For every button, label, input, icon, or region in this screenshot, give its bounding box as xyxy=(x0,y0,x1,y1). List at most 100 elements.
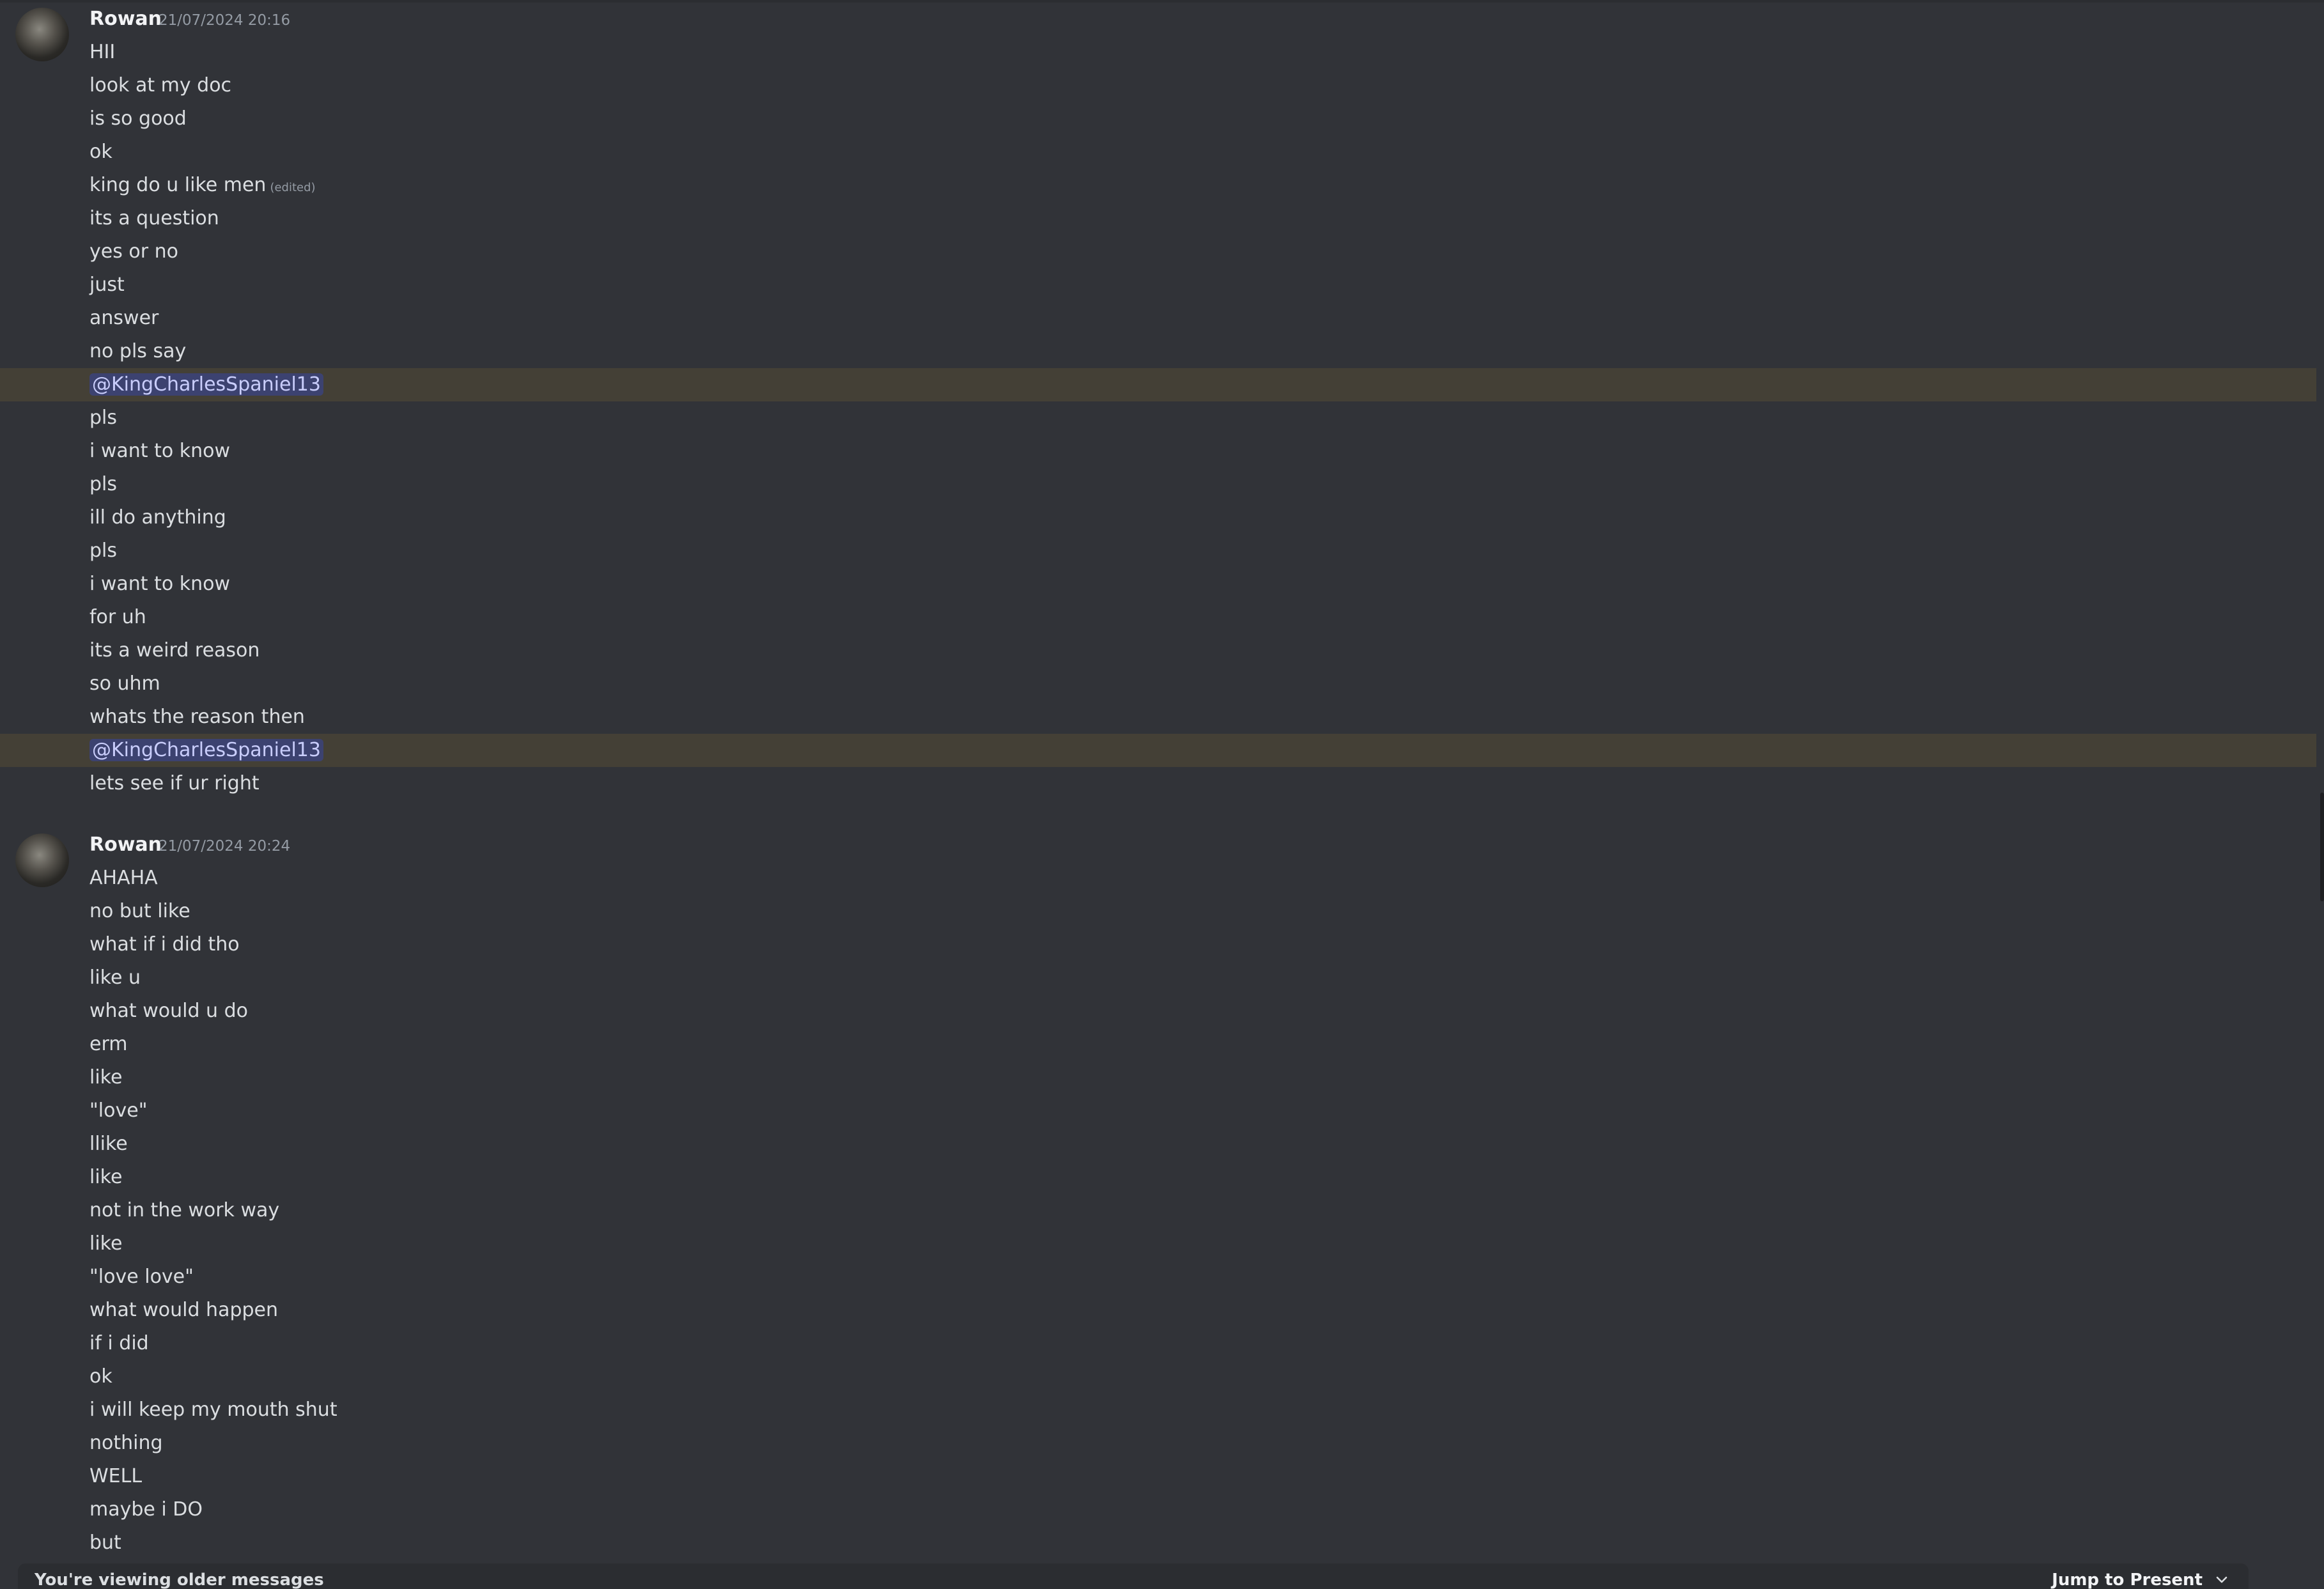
message-text: what if i did tho xyxy=(89,933,240,956)
author-name[interactable]: Rowan xyxy=(89,5,162,33)
message-line[interactable]: what if i did tho xyxy=(0,928,2316,961)
message-text: WELL xyxy=(89,1465,143,1487)
message-line[interactable]: its a weird reason xyxy=(0,634,2316,667)
message-text: AHAHA xyxy=(89,867,158,889)
message-text: pls xyxy=(89,473,118,495)
message-list[interactable]: Rowan 21/07/2024 20:16 HII look at my doc… xyxy=(0,0,2316,1589)
message-text: no but like xyxy=(89,900,190,922)
message-line[interactable]: pls xyxy=(0,401,2316,435)
message-text: just xyxy=(89,274,125,296)
message-line[interactable]: but xyxy=(0,1526,2316,1560)
message-line[interactable]: pls xyxy=(0,468,2316,501)
message-text: erm xyxy=(89,1033,128,1055)
avatar[interactable] xyxy=(15,8,69,61)
jump-to-present-label: Jump to Present xyxy=(2052,1570,2203,1589)
message-text: lets see if ur right xyxy=(89,772,260,794)
message-group: Rowan 21/07/2024 20:24 AHAHA no but like w… xyxy=(0,826,2316,1589)
message-text: but xyxy=(89,1531,121,1554)
edited-marker: (edited) xyxy=(270,181,316,194)
message-timestamp[interactable]: 21/07/2024 20:16 xyxy=(159,9,290,32)
older-messages-label: You're viewing older messages xyxy=(35,1570,324,1589)
message-text: its a question xyxy=(89,207,219,229)
avatar[interactable] xyxy=(15,833,69,887)
message-text: llike xyxy=(89,1133,128,1155)
message-line[interactable]: its a question xyxy=(0,202,2316,235)
message-line[interactable]: like xyxy=(0,1061,2316,1094)
message-text: ok xyxy=(89,141,112,163)
message-text: HII xyxy=(89,41,116,63)
message-text: so uhm xyxy=(89,672,160,695)
message-text: pls xyxy=(89,407,118,429)
message-text: its a weird reason xyxy=(89,639,260,662)
message-timestamp[interactable]: 21/07/2024 20:24 xyxy=(159,835,290,858)
message-text: yes or no xyxy=(89,240,178,263)
message-line[interactable]: ill do anything xyxy=(0,501,2316,534)
message-text: i will keep my mouth shut xyxy=(89,1399,337,1421)
message-line[interactable]: nothing xyxy=(0,1427,2316,1460)
message-mention-line[interactable]: @KingCharlesSpaniel13 xyxy=(0,368,2316,401)
message-text: i want to know xyxy=(89,440,231,462)
chevron-down-icon xyxy=(2216,1576,2227,1583)
message-line[interactable]: i want to know xyxy=(0,435,2316,468)
message-text: not in the work way xyxy=(89,1199,280,1221)
message-line[interactable]: whats the reason then xyxy=(0,701,2316,734)
message-line[interactable]: yes or no xyxy=(0,235,2316,268)
message-text: like xyxy=(89,1232,123,1255)
message-text: look at my doc xyxy=(89,74,232,97)
message-line[interactable]: HII xyxy=(0,36,2316,69)
message-line[interactable]: AHAHA xyxy=(0,862,2316,895)
message-line[interactable]: i want to know xyxy=(0,568,2316,601)
message-line[interactable]: look at my doc xyxy=(0,69,2316,102)
message-text: "love" xyxy=(89,1099,148,1122)
older-messages-bar: You're viewing older messages Jump to Pr… xyxy=(18,1563,2249,1589)
message-line[interactable]: "love love" xyxy=(0,1260,2316,1294)
message-text: for uh xyxy=(89,606,146,628)
message-line[interactable]: so uhm xyxy=(0,667,2316,701)
message-text: what would happen xyxy=(89,1299,279,1321)
message-line[interactable]: i will keep my mouth shut xyxy=(0,1393,2316,1427)
message-line[interactable]: what would u do xyxy=(0,995,2316,1028)
message-header: Rowan 21/07/2024 20:16 xyxy=(0,0,2316,61)
message-line[interactable]: llike xyxy=(0,1128,2316,1161)
message-line[interactable]: lets see if ur right xyxy=(0,767,2316,800)
message-line[interactable]: is so good xyxy=(0,102,2316,136)
author-name[interactable]: Rowan xyxy=(89,831,162,859)
message-text: like xyxy=(89,1066,123,1089)
message-line[interactable]: WELL xyxy=(0,1460,2316,1493)
message-line[interactable]: not in the work way xyxy=(0,1194,2316,1227)
message-text: no pls say xyxy=(89,340,187,362)
message-line[interactable]: like xyxy=(0,1227,2316,1260)
message-line[interactable]: king do u like men (edited) xyxy=(0,169,2316,202)
message-text: whats the reason then xyxy=(89,706,305,728)
message-line[interactable]: no but like xyxy=(0,895,2316,928)
message-text: like u xyxy=(89,966,141,989)
message-text: answer xyxy=(89,307,159,329)
message-text: is so good xyxy=(89,107,187,130)
message-line[interactable]: "love" xyxy=(0,1094,2316,1128)
message-text: what would u do xyxy=(89,1000,248,1022)
message-text: nothing xyxy=(89,1432,163,1454)
message-line[interactable]: if i did xyxy=(0,1327,2316,1360)
user-mention[interactable]: @KingCharlesSpaniel13 xyxy=(89,739,323,761)
message-group: Rowan 21/07/2024 20:16 HII look at my doc… xyxy=(0,0,2316,800)
message-line[interactable]: pls xyxy=(0,534,2316,568)
message-line[interactable]: like u xyxy=(0,961,2316,995)
scrollbar[interactable] xyxy=(2320,793,2324,901)
message-line[interactable]: ok xyxy=(0,136,2316,169)
message-header: Rowan 21/07/2024 20:24 xyxy=(0,826,2316,887)
message-line[interactable]: for uh xyxy=(0,601,2316,634)
message-line[interactable]: answer xyxy=(0,302,2316,335)
message-line[interactable]: ok xyxy=(0,1360,2316,1393)
message-text: maybe i DO xyxy=(89,1498,203,1521)
message-line[interactable]: erm xyxy=(0,1028,2316,1061)
message-line[interactable]: what would happen xyxy=(0,1294,2316,1327)
message-line[interactable]: no pls say xyxy=(0,335,2316,368)
message-line[interactable]: maybe i DO xyxy=(0,1493,2316,1526)
message-text: king do u like men xyxy=(89,174,267,196)
message-mention-line[interactable]: @KingCharlesSpaniel13 xyxy=(0,734,2316,767)
message-line[interactable]: like xyxy=(0,1161,2316,1194)
message-text: ill do anything xyxy=(89,506,226,529)
user-mention[interactable]: @KingCharlesSpaniel13 xyxy=(89,373,323,396)
jump-to-present-button[interactable]: Jump to Present xyxy=(2052,1569,2229,1589)
message-line[interactable]: just xyxy=(0,268,2316,302)
